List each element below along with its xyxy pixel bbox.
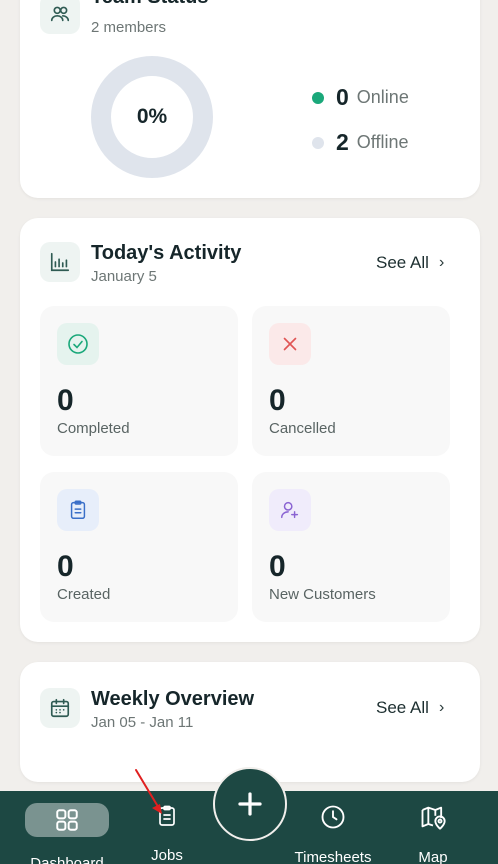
grid-icon: [25, 803, 109, 837]
chevron-right-icon: ›: [438, 699, 445, 716]
nav-map-label: Map: [418, 849, 448, 864]
clock-icon: [319, 803, 347, 831]
weekly-range: Jan 05 - Jan 11: [91, 714, 194, 731]
nav-dashboard[interactable]: Dashboard: [25, 791, 109, 864]
online-percent: 0%: [136, 105, 168, 128]
team-status-donut: 0%: [91, 56, 213, 178]
offline-count: 2: [336, 129, 349, 155]
team-icon: [40, 0, 80, 34]
nav-dashboard-label: Dashboard: [30, 855, 104, 864]
created-tile[interactable]: 0 Created: [40, 472, 238, 622]
activity-see-all-button[interactable]: See All ›: [376, 253, 444, 273]
offline-label: Offline: [356, 132, 409, 152]
check-circle-icon: [57, 323, 99, 365]
team-status-card: Team Status 2 members 0% 0 Online 2 Offl…: [20, 0, 480, 198]
team-members-count: 2 members: [91, 19, 167, 36]
nav-map[interactable]: Map: [405, 791, 461, 864]
completed-label: Completed: [57, 420, 130, 437]
annotation-arrow: [135, 769, 162, 814]
new-customers-tile[interactable]: 0 New Customers: [252, 472, 450, 622]
created-label: Created: [57, 586, 111, 603]
offline-dot: [312, 136, 324, 149]
nav-timesheets[interactable]: Timesheets: [288, 791, 378, 864]
new-customers-count: 0: [269, 550, 286, 583]
clipboard-icon: [57, 489, 99, 531]
nav-jobs-label: Jobs: [151, 847, 183, 864]
user-plus-icon: [269, 489, 311, 531]
completed-count: 0: [57, 384, 74, 417]
cancelled-count: 0: [269, 384, 286, 417]
cancelled-tile[interactable]: 0 Cancelled: [252, 306, 450, 456]
online-legend: 0 Online: [312, 84, 409, 111]
map-pin-icon: [419, 803, 447, 831]
team-status-title: Team Status: [91, 0, 208, 9]
weekly-overview-title: Weekly Overview: [91, 688, 255, 710]
x-icon: [269, 323, 311, 365]
see-all-label: See All: [376, 253, 429, 272]
chart-icon: [40, 242, 80, 282]
completed-tile[interactable]: 0 Completed: [40, 306, 238, 456]
new-customers-label: New Customers: [269, 586, 376, 603]
nav-timesheets-label: Timesheets: [294, 849, 372, 864]
online-label: Online: [356, 87, 409, 107]
activity-date: January 5: [91, 268, 157, 285]
todays-activity-title: Today's Activity: [91, 242, 242, 264]
offline-legend: 2 Offline: [312, 129, 409, 156]
cancelled-label: Cancelled: [269, 420, 336, 437]
weekly-overview-card: Weekly Overview Jan 05 - Jan 11 See All …: [20, 662, 480, 782]
online-count: 0: [336, 84, 349, 110]
online-dot: [312, 91, 324, 104]
todays-activity-card: Today's Activity January 5 See All › 0 C…: [20, 218, 480, 642]
add-button[interactable]: [213, 767, 287, 841]
chevron-right-icon: ›: [438, 254, 445, 271]
plus-icon: [238, 792, 262, 816]
created-count: 0: [57, 550, 74, 583]
see-all-label: See All: [376, 698, 429, 717]
weekly-see-all-button[interactable]: See All ›: [376, 698, 444, 718]
calendar-icon: [40, 688, 80, 728]
